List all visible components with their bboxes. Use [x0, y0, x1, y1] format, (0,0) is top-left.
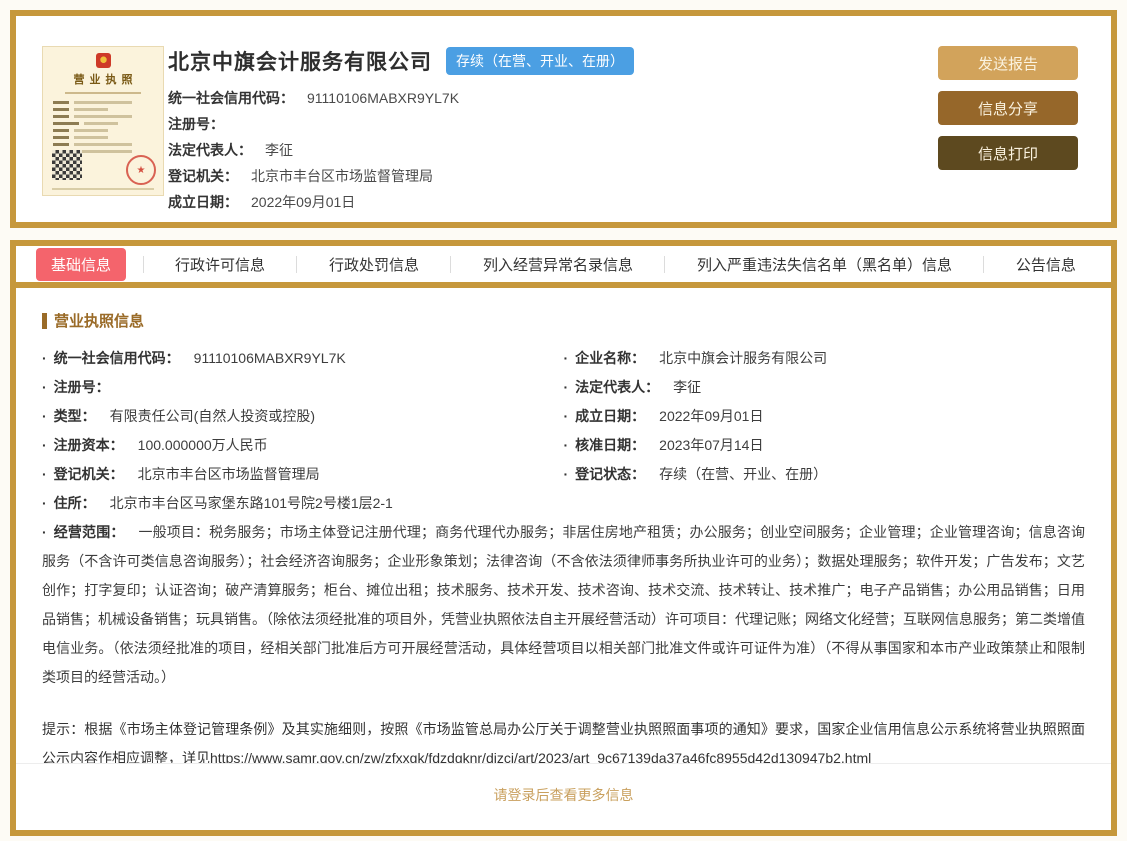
license-code-line: [65, 92, 142, 94]
company-header-panel: 营业执照 ★ 北京中旗会计服务有限公司 存续（在营、开业、在册） 统一社会信用代…: [10, 10, 1117, 228]
qr-code: [52, 150, 82, 180]
info-print-button[interactable]: 信息打印: [938, 136, 1078, 170]
field-approval-date: ·核准日期：2023年07月14日: [564, 431, 1086, 460]
tab-divider: [143, 256, 144, 273]
tab-divider: [450, 256, 451, 273]
tab-basic-info[interactable]: 基础信息: [36, 248, 126, 281]
header-field-reg-number: 注册号：: [168, 111, 908, 137]
tab-divider: [296, 256, 297, 273]
tab-bar: 基础信息 行政许可信息 行政处罚信息 列入经营异常名录信息 列入严重违法失信名单…: [16, 246, 1111, 288]
national-emblem-icon: [96, 53, 111, 68]
table-row: ·统一社会信用代码：91110106MABXR9YL7K ·企业名称：北京中旗会…: [42, 344, 1085, 373]
detail-panel: 基础信息 行政许可信息 行政处罚信息 列入经营异常名录信息 列入严重违法失信名单…: [10, 240, 1117, 836]
table-row: ·注册资本：100.000000万人民币 ·核准日期：2023年07月14日: [42, 431, 1085, 460]
field-reg-status: ·登记状态：存续（在营、开业、在册）: [564, 460, 1086, 489]
table-row: ·住所：北京市丰台区马家堡东路101号院2号楼1层2-1: [42, 489, 1085, 518]
company-info-block: 北京中旗会计服务有限公司 存续（在营、开业、在册） 统一社会信用代码：91110…: [168, 46, 908, 215]
field-company-type: ·类型：有限责任公司(自然人投资或控股): [42, 402, 564, 431]
tab-announcements[interactable]: 公告信息: [1001, 248, 1091, 281]
field-address: ·住所：北京市丰台区马家堡东路101号院2号楼1层2-1: [42, 489, 564, 518]
license-info-section: 营业执照信息 ·统一社会信用代码：91110106MABXR9YL7K ·企业名…: [16, 288, 1111, 773]
send-report-button[interactable]: 发送报告: [938, 46, 1078, 80]
tab-abnormal-list[interactable]: 列入经营异常名录信息: [468, 248, 648, 281]
field-legal-rep: ·法定代表人：李征: [564, 373, 1086, 402]
table-row: ·注册号： ·法定代表人：李征: [42, 373, 1085, 402]
tab-divider: [983, 256, 984, 273]
business-license-image: 营业执照 ★: [42, 46, 164, 196]
business-scope-text: 一般项目：税务服务；市场主体登记注册代理；商务代理代办服务；非居住房地产租赁；办…: [42, 524, 1085, 685]
license-info-grid: ·统一社会信用代码：91110106MABXR9YL7K ·企业名称：北京中旗会…: [42, 344, 1085, 518]
field-empty: [564, 489, 1086, 518]
header-field-founded-date: 成立日期：2022年09月01日: [168, 189, 908, 215]
table-row: ·登记机关：北京市丰台区市场监督管理局 ·登记状态：存续（在营、开业、在册）: [42, 460, 1085, 489]
red-seal-icon: ★: [126, 155, 156, 185]
field-registered-capital: ·注册资本：100.000000万人民币: [42, 431, 564, 460]
field-business-scope: ·经营范围：一般项目：税务服务；市场主体登记注册代理；商务代理代办服务；非居住房…: [42, 518, 1085, 692]
header-field-legal-rep: 法定代表人：李征: [168, 137, 908, 163]
field-founded-date: ·成立日期：2022年09月01日: [564, 402, 1086, 431]
section-title: 营业执照信息: [42, 310, 1085, 331]
status-badge: 存续（在营、开业、在册）: [446, 47, 634, 75]
field-reg-number: ·注册号：: [42, 373, 564, 402]
license-title: 营业执照: [43, 71, 163, 87]
section-title-bar-icon: [42, 313, 47, 329]
license-footer-line: [52, 188, 154, 190]
field-credit-code: ·统一社会信用代码：91110106MABXR9YL7K: [42, 344, 564, 373]
company-name: 北京中旗会计服务有限公司: [168, 46, 432, 76]
header-field-credit-code: 统一社会信用代码：91110106MABXR9YL7K: [168, 85, 908, 111]
field-authority: ·登记机关：北京市丰台区市场监督管理局: [42, 460, 564, 489]
info-share-button[interactable]: 信息分享: [938, 91, 1078, 125]
header-action-buttons: 发送报告 信息分享 信息打印: [938, 46, 1078, 170]
tab-divider: [664, 256, 665, 273]
header-field-authority: 登记机关：北京市丰台区市场监督管理局: [168, 163, 908, 189]
tab-admin-penalty[interactable]: 行政处罚信息: [314, 248, 434, 281]
table-row: ·类型：有限责任公司(自然人投资或控股) ·成立日期：2022年09月01日: [42, 402, 1085, 431]
tab-admin-license[interactable]: 行政许可信息: [160, 248, 280, 281]
login-notice: 请登录后查看更多信息: [16, 763, 1111, 830]
field-company-name: ·企业名称：北京中旗会计服务有限公司: [564, 344, 1086, 373]
license-detail-lines: [53, 101, 153, 153]
tab-blacklist[interactable]: 列入严重违法失信名单（黑名单）信息: [682, 248, 967, 281]
